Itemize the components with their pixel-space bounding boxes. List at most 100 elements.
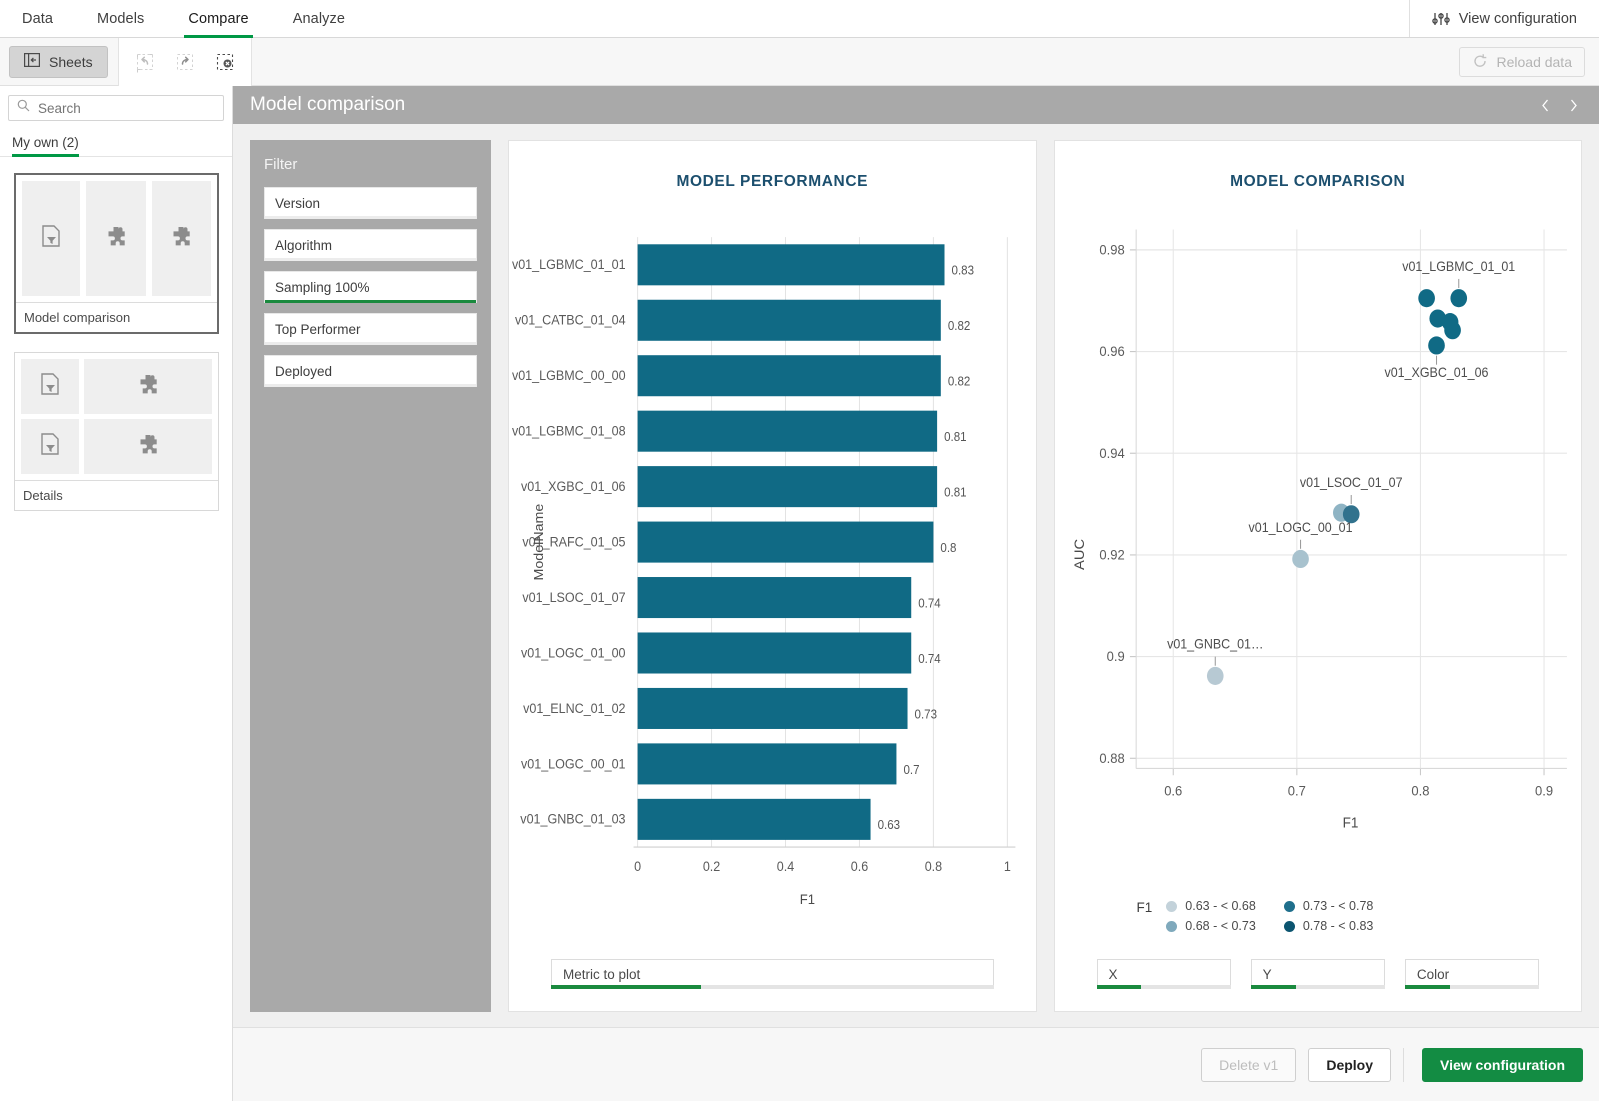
filter-item-deployed[interactable]: Deployed	[264, 355, 477, 387]
filter-item-sampling[interactable]: Sampling 100%	[264, 271, 477, 303]
color-selector[interactable]: Color	[1404, 959, 1540, 989]
next-sheet-icon[interactable]	[1561, 93, 1585, 117]
search-icon	[17, 99, 30, 117]
scatter-chart-controls: X Y Color	[1055, 933, 1582, 1011]
sliders-icon	[1432, 11, 1450, 27]
nav-tab-models[interactable]: Models	[75, 0, 166, 38]
scatter-legend-entries: 0.63 - < 0.68 0.73 - < 0.78 0.68 - < 0.7…	[1166, 899, 1373, 933]
svg-text:F1: F1	[1342, 814, 1358, 831]
model-comparison-plot[interactable]: 0.98 0.96 0.94 0.92 0.9 0.88 0.6 0.7 0.8 0.9 v01_L…	[1055, 191, 1582, 893]
svg-text:ModelName: ModelName	[532, 504, 546, 581]
clear-selections-icon[interactable]	[205, 42, 245, 82]
delete-version-button[interactable]: Delete v1	[1201, 1047, 1297, 1082]
thumbnail-preview	[16, 175, 217, 302]
preview-tile-chart-1	[84, 359, 212, 414]
sheets-button-label: Sheets	[49, 53, 93, 70]
svg-text:0: 0	[634, 859, 641, 875]
svg-text:0.8: 0.8	[940, 540, 956, 555]
legend-color-swatch	[1166, 920, 1178, 932]
legend-item[interactable]: 0.63 - < 0.68	[1166, 899, 1256, 913]
previous-sheet-icon[interactable]	[1533, 93, 1557, 117]
reload-data-button[interactable]: Reload data	[1459, 47, 1585, 77]
deploy-button[interactable]: Deploy	[1308, 1047, 1392, 1082]
model-performance-chart-card: MODEL PERFORMANCE v01_LGBMC_01_01 0.83 v01…	[508, 140, 1037, 1012]
search-input[interactable]	[38, 100, 215, 116]
top-navigation: Data Models Compare Analyze View configu…	[0, 0, 1599, 38]
legend-item-label: 0.63 - < 0.68	[1185, 899, 1256, 913]
filter-pane-icon	[41, 225, 61, 252]
nav-tab-analyze[interactable]: Analyze	[271, 0, 367, 38]
bar-chart-svg[interactable]: v01_LGBMC_01_01 0.83 v01_CATBC_01_04 0.82 v0…	[509, 191, 1036, 959]
reload-data-label: Reload data	[1496, 54, 1572, 70]
model-performance-plot[interactable]: v01_LGBMC_01_01 0.83 v01_CATBC_01_04 0.82 v0…	[509, 191, 1036, 959]
filter-pane-icon	[40, 433, 60, 460]
svg-text:0.7: 0.7	[903, 762, 919, 777]
scatter-chart-svg[interactable]: 0.98 0.96 0.94 0.92 0.9 0.88 0.6 0.7 0.8 0.9 v01_L…	[1055, 191, 1582, 893]
y-axis-label: Y	[1262, 966, 1272, 982]
sheet-canvas: Filter Version Algorithm Sampling 100% T…	[233, 124, 1599, 1027]
nav-tab-compare[interactable]: Compare	[166, 0, 270, 38]
svg-text:AUC: AUC	[1071, 539, 1086, 570]
sheet-thumbnail-details[interactable]: Details	[14, 352, 219, 511]
undo-icon[interactable]	[125, 42, 165, 82]
svg-text:0.4: 0.4	[777, 859, 794, 875]
model-comparison-title: MODEL COMPARISON	[1230, 173, 1406, 190]
filter-item-label: Deployed	[275, 363, 333, 379]
secondary-toolbar: Sheets Reload data	[0, 37, 1599, 86]
sheets-button[interactable]: Sheets	[9, 45, 108, 78]
legend-color-swatch	[1283, 920, 1295, 932]
preview-tile-filter	[21, 419, 79, 474]
filter-item-version[interactable]: Version	[264, 187, 477, 219]
search-box[interactable]	[8, 95, 224, 121]
y-axis-indicator	[1250, 985, 1288, 989]
nav-tab-data[interactable]: Data	[0, 0, 75, 38]
filter-item-algorithm[interactable]: Algorithm	[264, 229, 477, 261]
svg-text:0.74: 0.74	[918, 596, 941, 611]
svg-text:0.81: 0.81	[944, 485, 967, 500]
preview-tile-chart-2	[151, 181, 211, 296]
y-axis-selector[interactable]: Y	[1250, 959, 1386, 989]
redo-icon[interactable]	[165, 42, 205, 82]
view-configuration-top-button[interactable]: View configuration	[1410, 0, 1599, 37]
preview-tile-filter	[22, 181, 80, 296]
x-axis-selector[interactable]: X	[1096, 959, 1231, 989]
view-configuration-button[interactable]: View configuration	[1422, 1047, 1583, 1082]
edit-tool-group	[117, 37, 252, 86]
deploy-label: Deploy	[1326, 1056, 1374, 1073]
svg-text:v01_LOGC_00_01: v01_LOGC_00_01	[521, 756, 626, 772]
svg-text:0.81: 0.81	[944, 430, 967, 445]
svg-text:0.6: 0.6	[1164, 783, 1182, 799]
puzzle-icon	[170, 225, 192, 252]
x-axis-indicator	[1096, 985, 1134, 989]
sheet-thumbnails: Model comparison Details	[0, 157, 232, 511]
sheet-thumbnail-model-comparison[interactable]: Model comparison	[14, 173, 219, 334]
model-performance-title: MODEL PERFORMANCE	[676, 173, 869, 190]
svg-text:0.8: 0.8	[925, 859, 942, 875]
svg-text:0.2: 0.2	[703, 859, 720, 875]
svg-text:v01_XGBC_01_06: v01_XGBC_01_06	[521, 479, 626, 495]
puzzle-icon	[105, 225, 127, 252]
tab-my-own[interactable]: My own (2)	[12, 135, 79, 157]
svg-text:0.73: 0.73	[915, 707, 938, 722]
preview-row-2	[21, 419, 212, 474]
nav-tab-data-label: Data	[22, 11, 54, 27]
scatter-legend: F1 0.63 - < 0.68 0.73 - < 0.78 0.68 - < …	[1055, 893, 1582, 933]
metric-to-plot-selector[interactable]: Metric to plot	[551, 959, 994, 989]
filter-item-label: Sampling 100%	[275, 279, 370, 295]
svg-text:v01_LGBMC_01_08: v01_LGBMC_01_08	[512, 423, 626, 439]
svg-text:0.82: 0.82	[948, 319, 971, 334]
filter-item-label: Top Performer	[275, 321, 361, 337]
view-configuration-label: View configuration	[1440, 1056, 1565, 1073]
svg-text:v01_LGBMC_01_01: v01_LGBMC_01_01	[512, 257, 626, 273]
svg-text:0.7: 0.7	[1287, 783, 1305, 799]
legend-item[interactable]: 0.73 - < 0.78	[1283, 899, 1373, 913]
sheet-thumbnail-label: Model comparison	[16, 302, 217, 332]
svg-text:0.83: 0.83	[952, 263, 975, 278]
legend-item[interactable]: 0.68 - < 0.73	[1166, 919, 1256, 933]
svg-text:v01_CATBC_01_04: v01_CATBC_01_04	[515, 312, 626, 328]
svg-text:0.74: 0.74	[918, 651, 941, 666]
nav-tab-analyze-label: Analyze	[292, 11, 346, 27]
legend-item[interactable]: 0.78 - < 0.83	[1283, 919, 1373, 933]
filter-item-top-performer[interactable]: Top Performer	[264, 313, 477, 345]
nav-tab-compare-label: Compare	[188, 11, 249, 27]
